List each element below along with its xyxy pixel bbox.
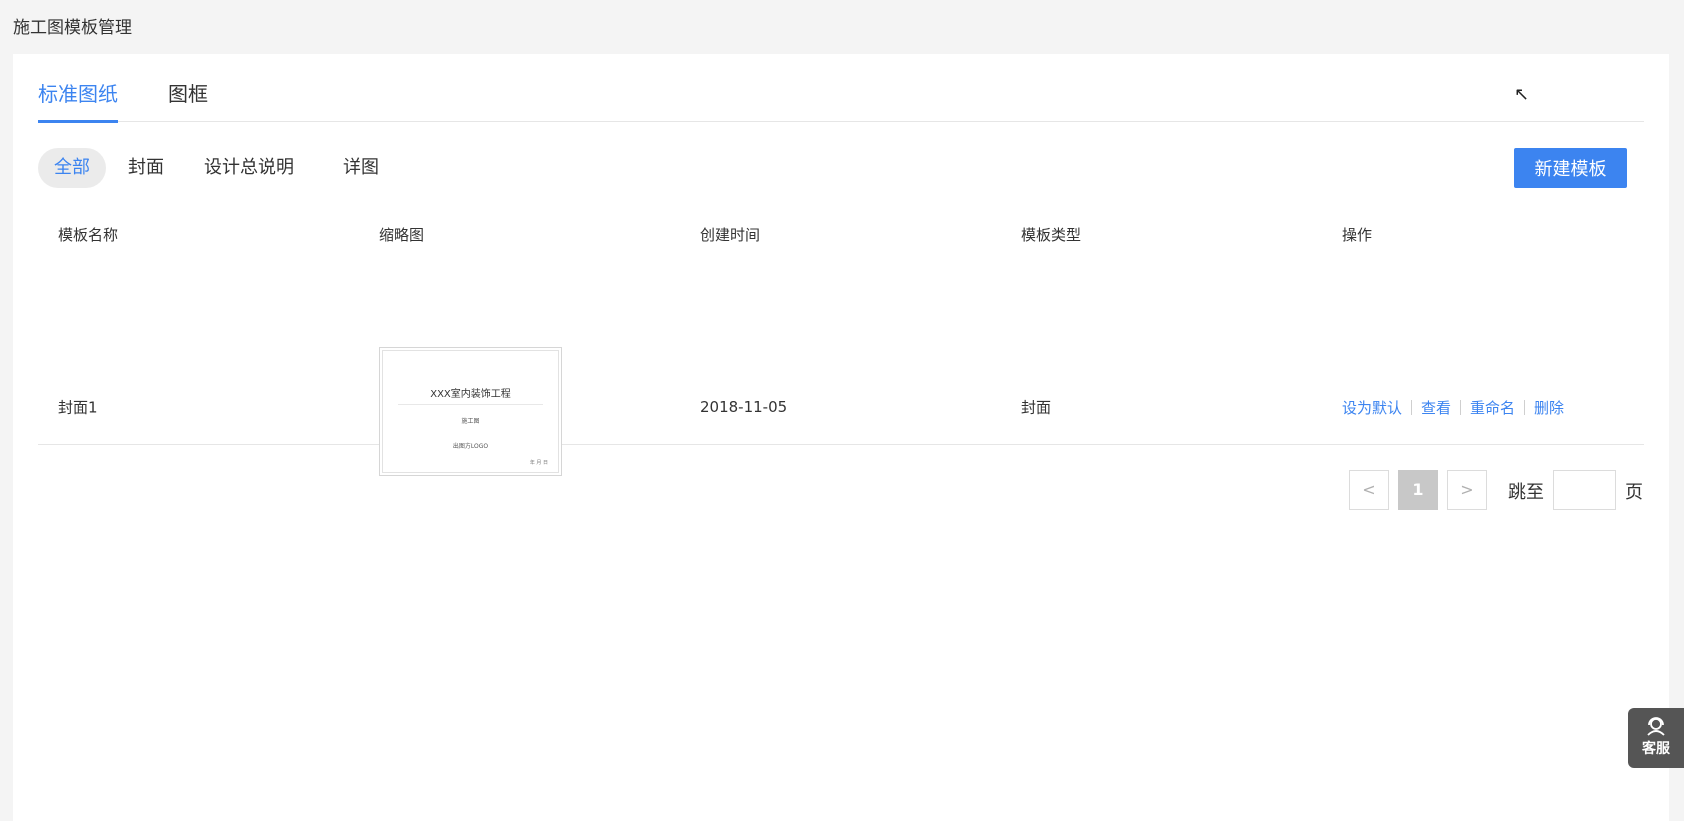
headset-icon bbox=[1647, 717, 1665, 736]
column-header-name: 模板名称 bbox=[58, 226, 119, 244]
filter-design-notes[interactable]: 设计总说明 bbox=[204, 148, 294, 188]
tab-standard-drawings[interactable]: 标准图纸 bbox=[38, 78, 118, 123]
template-type: 封面 bbox=[1021, 398, 1052, 417]
page-unit-label: 页 bbox=[1625, 482, 1643, 503]
column-header-created: 创建时间 bbox=[700, 226, 761, 244]
action-divider bbox=[1460, 400, 1462, 415]
view-link[interactable]: 查看 bbox=[1421, 399, 1451, 417]
table-header: 模板名称 缩略图 创建时间 模板类型 操作 bbox=[38, 224, 1644, 254]
column-header-actions: 操作 bbox=[1342, 226, 1373, 244]
action-divider bbox=[1411, 400, 1413, 415]
page-title: 施工图模板管理 bbox=[13, 18, 132, 38]
delete-link[interactable]: 删除 bbox=[1534, 399, 1564, 417]
jump-page-input[interactable] bbox=[1553, 470, 1616, 510]
set-default-link[interactable]: 设为默认 bbox=[1342, 399, 1402, 417]
tab-frames[interactable]: 图框 bbox=[168, 78, 208, 122]
thumbnail-subtitle: 施工图 bbox=[461, 418, 480, 425]
filter-cover[interactable]: 封面 bbox=[128, 148, 164, 188]
current-page-button[interactable]: 1 bbox=[1398, 470, 1438, 510]
prev-page-button[interactable]: < bbox=[1349, 470, 1389, 510]
action-divider bbox=[1524, 400, 1526, 415]
row-actions: 设为默认 查看 重命名 删除 bbox=[1342, 397, 1564, 418]
service-label: 客服 bbox=[1642, 741, 1670, 757]
column-header-thumbnail: 缩略图 bbox=[379, 226, 425, 244]
template-thumbnail[interactable]: XXX室内装饰工程 施工图 出图方LOGO 年 月 日 bbox=[379, 347, 562, 476]
new-template-button[interactable]: 新建模板 bbox=[1514, 148, 1627, 188]
customer-service-button[interactable]: 客服 bbox=[1628, 708, 1684, 768]
table-row: 封面1 XXX室内装饰工程 施工图 出图方LOGO 年 月 日 2018-11-… bbox=[38, 280, 1644, 476]
next-page-button[interactable]: > bbox=[1447, 470, 1487, 510]
column-header-type: 模板类型 bbox=[1021, 226, 1082, 244]
template-name: 封面1 bbox=[58, 398, 98, 417]
filter-detail[interactable]: 详图 bbox=[343, 148, 379, 188]
jump-to-label: 跳至 bbox=[1508, 482, 1544, 503]
thumbnail-logo-text: 出图方LOGO bbox=[452, 443, 489, 450]
mouse-cursor-icon: ↖ bbox=[1514, 84, 1530, 105]
filter-all[interactable]: 全部 bbox=[38, 148, 106, 188]
rename-link[interactable]: 重命名 bbox=[1470, 399, 1515, 417]
tab-bar: 标准图纸 图框 bbox=[38, 54, 1644, 123]
thumbnail-page: XXX室内装饰工程 施工图 出图方LOGO 年 月 日 bbox=[382, 350, 559, 473]
main-panel: 标准图纸 图框 全部 封面 设计总说明 详图 新建模板 模板名称 缩略图 创建时… bbox=[13, 54, 1669, 821]
thumbnail-date-mark: 年 月 日 bbox=[529, 460, 548, 466]
created-date: 2018-11-05 bbox=[700, 398, 788, 416]
thumbnail-title: XXX室内装饰工程 bbox=[398, 385, 543, 405]
